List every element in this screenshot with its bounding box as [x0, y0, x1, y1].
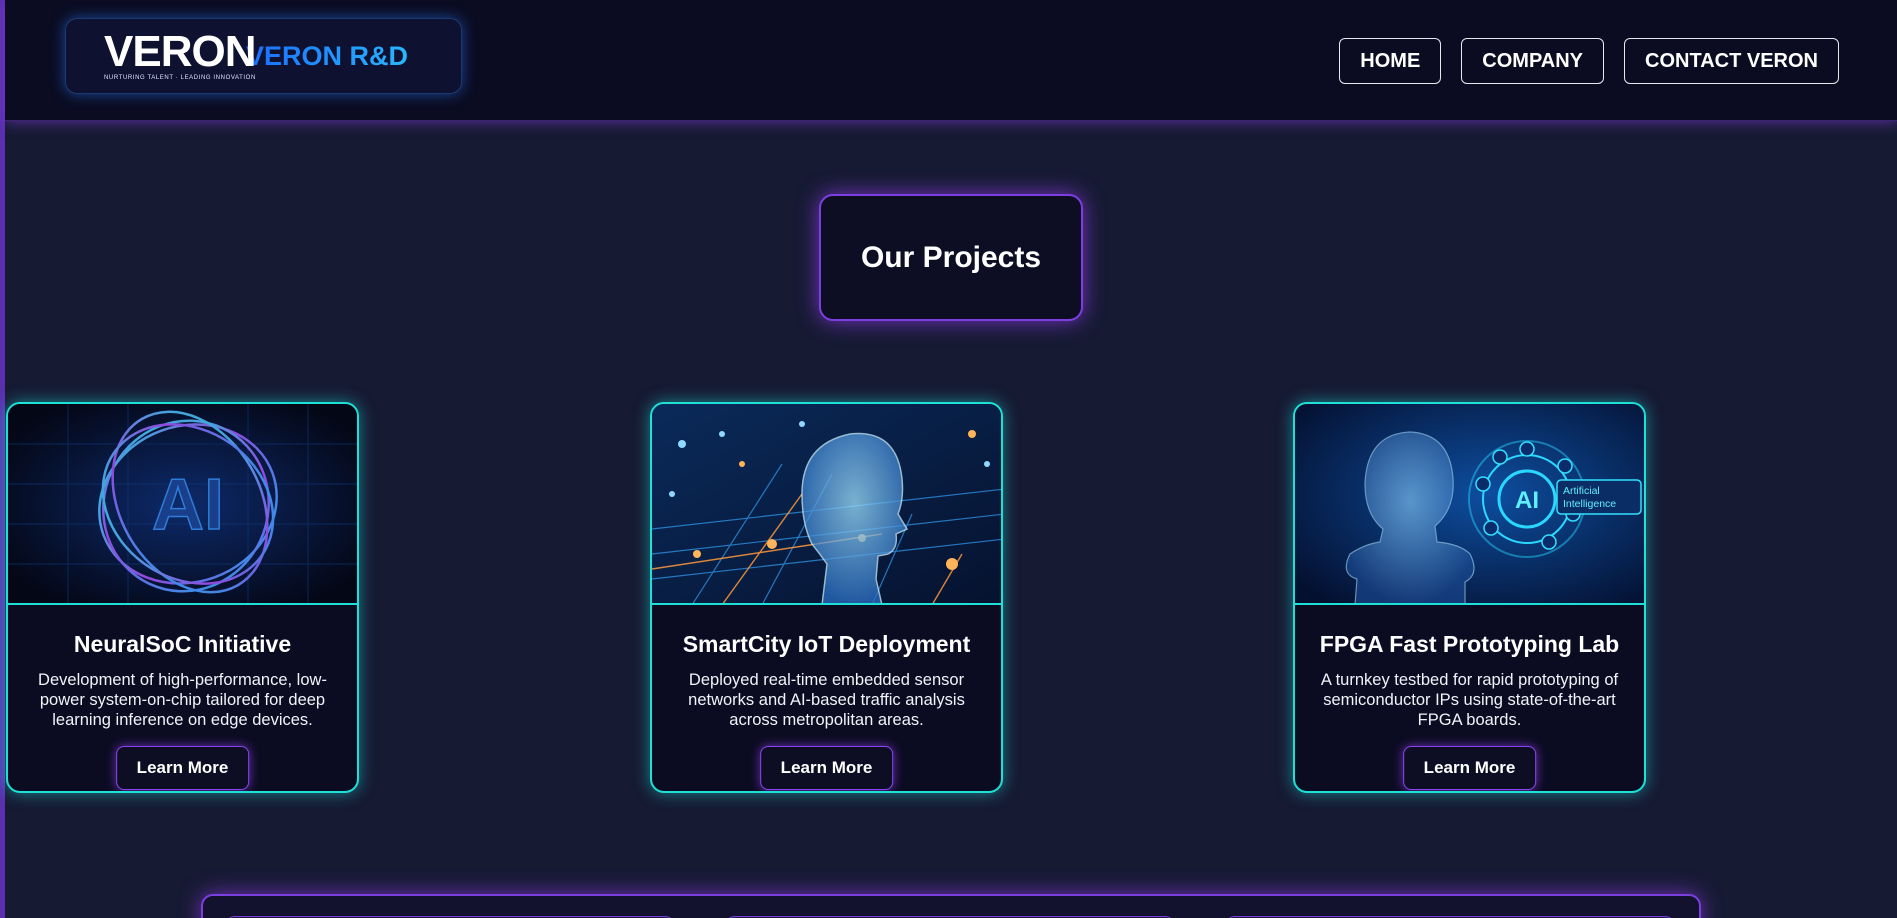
project-description: Development of high-performance, low-pow… [38, 671, 327, 729]
ai-neural-sphere-graphic: AI [8, 404, 357, 603]
project-title: SmartCity IoT Deployment [682, 631, 971, 657]
next-section-panel [201, 894, 1701, 918]
brand-name: VERON R&D [246, 40, 409, 71]
learn-more-button[interactable]: Learn More [1402, 746, 1537, 790]
svg-text:Artificial: Artificial [1563, 485, 1600, 497]
project-description: Deployed real-time embedded sensor netwo… [688, 671, 965, 729]
nav-contact[interactable]: CONTACT VERON [1624, 38, 1839, 84]
project-title: FPGA Fast Prototyping Lab [1319, 631, 1620, 657]
site-header: VERON NURTURING TALENT · LEADING INNOVAT… [5, 0, 1897, 121]
learn-more-button[interactable]: Learn More [759, 746, 894, 790]
svg-text:AI: AI [1515, 487, 1539, 514]
projects-heading: Our Projects [819, 194, 1083, 321]
nav-company[interactable]: COMPANY [1461, 38, 1605, 84]
ai-hologram-image: AI Artificial Intelligence [1295, 404, 1644, 605]
svg-text:Intelligence: Intelligence [1563, 498, 1616, 510]
circuit-head-graphic [652, 404, 1001, 603]
svg-text:AI: AI [152, 465, 224, 545]
veron-logo: VERON NURTURING TALENT · LEADING INNOVAT… [104, 27, 256, 82]
project-description: A turnkey testbed for rapid prototyping … [1320, 671, 1619, 729]
brand-logo-link[interactable]: VERON NURTURING TALENT · LEADING INNOVAT… [65, 18, 462, 94]
ai-hologram-graphic: AI Artificial Intelligence [1295, 404, 1644, 603]
nav-home[interactable]: HOME [1339, 38, 1442, 84]
main-nav: HOME COMPANY CONTACT VERON [1339, 38, 1839, 84]
project-card: AI NeuralSoC Initiative Development of h… [6, 402, 359, 793]
page-left-edge [0, 0, 5, 918]
logo-tagline: NURTURING TALENT · LEADING INNOVATION [104, 75, 256, 81]
learn-more-button[interactable]: Learn More [115, 746, 250, 790]
ai-neural-sphere-image: AI [8, 404, 357, 605]
circuit-head-image [652, 404, 1001, 605]
project-card: AI Artificial Intelligence FPGA Fast Pro… [1293, 402, 1646, 793]
logo-wordmark: VERON [104, 27, 256, 76]
project-title: NeuralSoC Initiative [73, 631, 292, 657]
project-card: SmartCity IoT Deployment Deployed real-t… [650, 402, 1003, 793]
